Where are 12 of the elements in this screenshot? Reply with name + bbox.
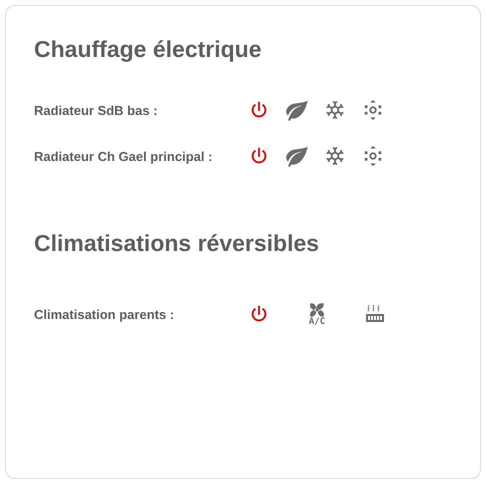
fan-button[interactable]: A/C (298, 299, 336, 329)
section-title: Climatisations réversibles (34, 230, 320, 257)
row-label: Radiateur Ch Gael principal : (34, 148, 214, 164)
section-title: Chauffage électrique (34, 36, 262, 63)
row-label: Radiateur SdB bas : (34, 102, 159, 118)
ac-label: A/C (308, 318, 326, 326)
snowflake-icon (324, 99, 346, 121)
sun-icon (362, 145, 384, 167)
sun-icon (362, 99, 384, 121)
snowflake-icon (324, 145, 346, 167)
fan-icon (308, 302, 326, 318)
row-label: Climatisation parents : (34, 306, 176, 322)
